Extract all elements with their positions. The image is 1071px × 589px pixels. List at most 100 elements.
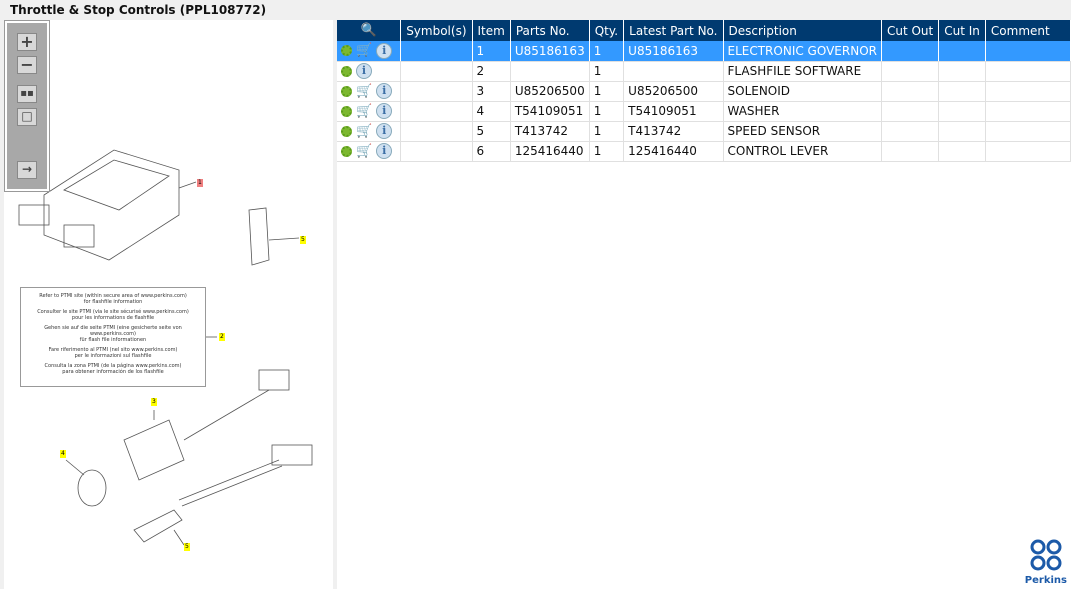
cart-icon[interactable]: 🛒 [356,104,372,119]
note-line: for flashfile information [83,299,143,305]
cell-symbols [400,81,473,102]
note-line: per le informazioni sul flashfile [74,353,152,359]
export-icon[interactable]: → [17,161,37,179]
cell-cut-in [938,41,986,62]
cell-cut-in [938,81,986,102]
column-header[interactable]: Symbol(s) [400,20,473,41]
table-row[interactable]: 🛒 i 6 125416440 1 125416440 CONTROL LEVER [337,141,1071,162]
row-actions: 🛒 i [337,121,402,142]
cell-comment [985,81,1071,102]
column-header[interactable]: Latest Part No. [623,20,724,41]
cell-latest-part-no: U85206500 [623,81,724,102]
cell-cut-out [881,101,940,122]
cell-qty: 1 [589,101,625,122]
column-header[interactable]: Qty. [589,20,625,41]
cell-item: 5 [472,121,511,142]
cell-qty: 1 [589,61,625,82]
gear-icon[interactable] [341,45,352,57]
table-row[interactable]: 🛒 i 1 U85186163 1 U85186163 ELECTRONIC GOVERNO… [337,41,1071,62]
cell-comment [985,41,1071,62]
table-row[interactable]: 🛒 i 3 U85206500 1 U85206500 SOLENOID [337,81,1071,102]
cell-symbols [400,121,473,142]
cell-symbols [400,41,473,62]
perkins-logo: Perkins [1025,539,1067,586]
info-icon[interactable]: i [376,123,393,139]
table-row[interactable]: 🛒 i 5 T413742 1 T413742 SPEED SENSOR [337,121,1071,142]
cell-cut-in [938,141,986,162]
zoom-in-icon[interactable]: + [17,33,37,51]
cell-latest-part-no [623,61,724,82]
cart-icon[interactable]: 🛒 [356,43,372,58]
perkins-logo-mark [1030,539,1062,571]
note-line: pour les informations de flashfile [71,315,155,321]
cart-icon[interactable]: 🛒 [356,124,372,139]
note-line: für flash file informationen [79,337,147,343]
cell-part-no: T54109051 [510,101,590,122]
cell-description: ELECTRONIC GOVERNOR [723,41,882,62]
cell-symbols [400,61,473,82]
cell-cut-out [881,61,940,82]
gear-icon[interactable] [341,105,352,117]
column-header[interactable]: Comment [985,20,1071,41]
cart-icon[interactable]: 🛒 [356,144,372,159]
cell-description: CONTROL LEVER [723,141,882,162]
logo-text: Perkins [1024,575,1067,586]
cell-item: 2 [472,61,511,82]
column-header[interactable]: Description [723,20,882,41]
cell-symbols [400,101,473,122]
row-actions: i [337,61,402,82]
cell-description: WASHER [723,101,882,122]
column-header[interactable]: Item [472,20,511,41]
info-icon[interactable]: i [376,143,393,159]
cell-part-no [510,61,590,82]
row-actions: 🛒 i [337,41,402,62]
cell-part-no: U85206500 [510,81,590,102]
callout-4[interactable]: 4 [60,450,66,458]
zoom-out-icon[interactable]: − [17,56,37,74]
table-row[interactable]: 🛒 i 4 T54109051 1 T54109051 WASHER [337,101,1071,122]
cell-symbols [400,141,473,162]
parts-diagram[interactable]: 1 5 2 3 4 5 Refer to PTMI site (within s… [4,20,333,589]
cell-part-no: 125416440 [510,141,590,162]
cart-icon[interactable]: 🛒 [356,84,372,99]
actual-size-icon[interactable]: □ [17,108,37,126]
callout-5[interactable]: 5 [300,236,306,244]
column-header[interactable]: Cut In [938,20,986,41]
cell-part-no: U85186163 [510,41,590,62]
column-header[interactable]: Cut Out [881,20,940,41]
row-actions: 🛒 i [337,101,402,122]
column-header[interactable]: Parts No. [510,20,590,41]
callout-1[interactable]: 1 [197,179,203,187]
cell-latest-part-no: 125416440 [623,141,724,162]
cell-cut-out [881,41,940,62]
info-icon[interactable]: i [376,103,393,119]
fit-all-icon[interactable]: ▪▪ [17,85,37,103]
column-header-search[interactable]: 🔍 [337,20,402,41]
gear-icon[interactable] [341,65,352,77]
info-icon[interactable]: i [356,63,372,79]
cell-description: SOLENOID [723,81,882,102]
gear-icon[interactable] [341,85,352,97]
cell-item: 4 [472,101,511,122]
flashfile-note: Refer to PTMI site (within secure area o… [20,287,206,387]
callout-2[interactable]: 2 [219,333,225,341]
cell-qty: 1 [589,81,625,102]
callout-5b[interactable]: 5 [184,543,190,551]
callout-3[interactable]: 3 [151,398,157,406]
table-row[interactable]: i 2 1 FLASHFILE SOFTWARE [337,61,1071,82]
cell-latest-part-no: T54109051 [623,101,724,122]
cell-description: SPEED SENSOR [723,121,882,142]
cell-latest-part-no: U85186163 [623,41,724,62]
row-actions: 🛒 i [337,141,402,162]
page-title: Throttle & Stop Controls (PPL108772) [10,3,267,17]
cell-item: 3 [472,81,511,102]
info-icon[interactable]: i [376,42,393,59]
cell-comment [985,61,1071,82]
gear-icon[interactable] [341,145,352,157]
cell-cut-in [938,101,986,122]
parts-table: 🔍 Symbol(s) Item Parts No. Qty. Latest Part N… [337,20,1071,589]
row-actions: 🛒 i [337,81,402,102]
info-icon[interactable]: i [376,83,393,99]
search-icon[interactable]: 🔍 [361,23,377,38]
gear-icon[interactable] [341,125,352,137]
